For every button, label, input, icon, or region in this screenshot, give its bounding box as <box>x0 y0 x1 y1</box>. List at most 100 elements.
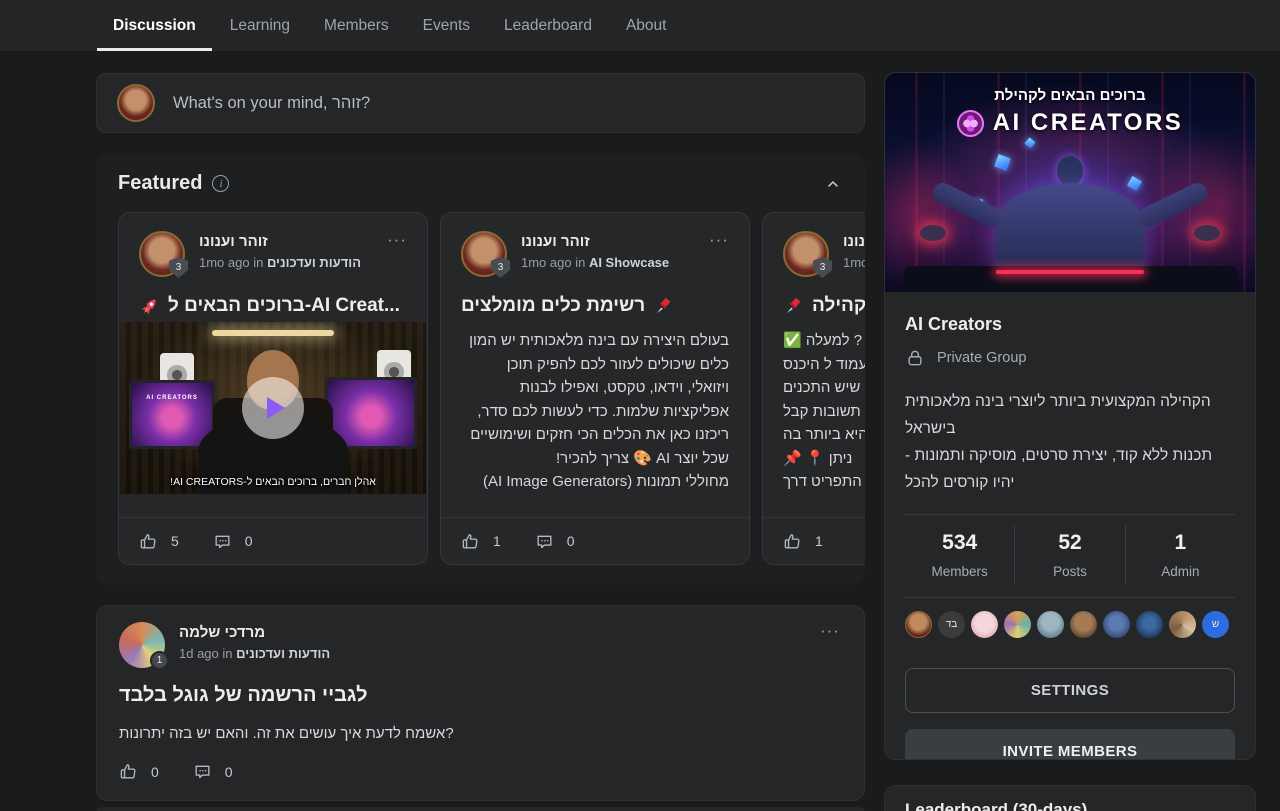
rocket-icon <box>139 296 160 317</box>
body-line: 📌 📍 ניתן <box>783 447 865 471</box>
post-space[interactable]: הודעות ועדכונים <box>267 255 361 270</box>
post-time: 1mo ago in <box>843 255 865 270</box>
comment-count: 0 <box>225 764 233 780</box>
stat-posts[interactable]: 52 Posts <box>1014 525 1124 585</box>
invite-members-button[interactable]: INVITE MEMBERS <box>905 729 1235 760</box>
stat-value: 52 <box>1015 531 1124 555</box>
thumbs-up-icon <box>461 532 480 551</box>
post-composer[interactable]: What's on your mind, זוהר? <box>96 73 865 133</box>
tab-members[interactable]: Members <box>308 0 405 51</box>
thumbs-up-icon <box>119 762 138 781</box>
featured-header: Featured i <box>96 155 865 212</box>
settings-button[interactable]: SETTINGS <box>905 668 1235 713</box>
post-title[interactable]: לגביי הרשמה של גוגל בלבד <box>119 684 840 707</box>
like-count: 1 <box>493 533 501 549</box>
body-line: תשובות קבל <box>783 400 865 424</box>
level-badge: 3 <box>813 257 832 278</box>
post-title-text: רשימת כלים מומלצים <box>461 295 645 317</box>
stat-value: 534 <box>905 531 1014 555</box>
member-avatar[interactable] <box>905 611 932 638</box>
post-author[interactable]: זוהר וענונו <box>199 233 373 250</box>
tab-leaderboard[interactable]: Leaderboard <box>488 0 608 51</box>
info-icon[interactable]: i <box>212 175 229 192</box>
leaderboard-card: Leaderboard (30-days) <box>884 785 1256 811</box>
tab-discussion[interactable]: Discussion <box>97 0 212 51</box>
post-body: בעולם היצירה עם בינה מלאכותית יש המון כל… <box>461 329 729 514</box>
play-button[interactable] <box>242 377 304 439</box>
post-footer: 1 0 <box>441 517 749 564</box>
like-button[interactable]: 0 <box>119 762 159 781</box>
member-avatar[interactable] <box>971 611 998 638</box>
lock-icon <box>905 348 925 368</box>
member-avatar[interactable] <box>1103 611 1130 638</box>
post-space[interactable]: הודעות ועדכונים <box>236 646 330 661</box>
like-count: 5 <box>171 533 179 549</box>
avatar[interactable] <box>117 84 155 122</box>
comment-button[interactable]: 0 <box>193 762 233 781</box>
level-badge: 3 <box>491 257 510 278</box>
privacy-label: Private Group <box>937 350 1026 366</box>
post-footer: 5 0 <box>119 517 427 564</box>
comment-button[interactable]: 0 <box>535 532 575 551</box>
post-author[interactable]: מרדכי שלמה <box>179 624 806 641</box>
brain-logo-icon <box>957 110 984 137</box>
member-avatar[interactable]: בד <box>938 611 965 638</box>
tab-learning[interactable]: Learning <box>214 0 306 51</box>
like-button[interactable]: 1 <box>461 532 501 551</box>
post-title[interactable]: קהילה <box>783 295 865 317</box>
group-info-card: ברוכים הבאים לקהילת AI CREATORS AI Creat… <box>884 72 1256 760</box>
like-button[interactable]: 5 <box>139 532 179 551</box>
body-line: שיש התכנים <box>783 376 865 400</box>
featured-card-community[interactable]: 3 זוהר וענונו 1mo ago in הודעות ועדכונים… <box>762 212 865 565</box>
stat-value: 1 <box>1126 531 1235 555</box>
stat-admin[interactable]: 1 Admin <box>1125 525 1235 585</box>
featured-card-tools[interactable]: 3 זוהר וענונו 1mo ago in AI Showcase ···… <box>440 212 750 565</box>
avatar[interactable]: 3 <box>783 231 829 277</box>
comment-button[interactable]: 0 <box>213 532 253 551</box>
post-footer: 0 0 <box>119 762 840 781</box>
member-avatar[interactable] <box>1004 611 1031 638</box>
featured-card-welcome[interactable]: 3 זוהר וענונו 1mo ago in הודעות ועדכונים… <box>118 212 428 565</box>
community-tab-bar: Discussion Learning Members Events Leade… <box>0 0 1280 51</box>
chevron-up-icon[interactable] <box>825 176 841 192</box>
tab-about[interactable]: About <box>610 0 683 51</box>
avatar[interactable]: 3 <box>139 231 185 277</box>
video-thumbnail[interactable]: AI CREATORS אהלן חברים, ברוכים הבאים ל-A… <box>120 322 426 494</box>
group-name: AI Creators <box>905 314 1235 335</box>
post-footer: 1 <box>763 517 865 564</box>
post-body: ✅ למעלה ? עמוד ל היכנס שיש התכנים תשובות… <box>783 329 865 514</box>
video-caption: אהלן חברים, ברוכים הבאים ל-AI CREATORS! <box>120 476 426 488</box>
avatar[interactable]: 3 <box>461 231 507 277</box>
post-author[interactable]: זוהר וענונו <box>521 233 695 250</box>
body-line: היא ביותר בה <box>783 423 865 447</box>
next-post-edge <box>96 807 865 811</box>
post-meta: 1mo ago in הודעות ועדכונים <box>199 255 373 270</box>
member-avatar[interactable] <box>1169 611 1196 638</box>
tab-events[interactable]: Events <box>407 0 486 51</box>
tab-label: Members <box>324 17 389 35</box>
post-menu-button[interactable]: ··· <box>820 622 840 668</box>
post-space[interactable]: AI Showcase <box>589 255 669 270</box>
leaderboard-title: Leaderboard (30-days) <box>905 800 1235 811</box>
member-avatar[interactable] <box>1136 611 1163 638</box>
post-title[interactable]: רשימת כלים מומלצים <box>461 295 729 317</box>
member-avatar[interactable] <box>1070 611 1097 638</box>
member-avatar[interactable] <box>1037 611 1064 638</box>
stat-members[interactable]: 534 Members <box>905 525 1014 585</box>
member-avatar[interactable]: ש <box>1202 611 1229 638</box>
level-badge: 3 <box>169 257 188 278</box>
post-body: אשמח לדעת איך עושים את זה. והאם יש בזה י… <box>119 725 840 742</box>
level-badge: 1 <box>150 651 169 670</box>
post-author[interactable]: זוהר וענונו <box>843 233 865 250</box>
feed-post[interactable]: 1 מרדכי שלמה 1d ago in הודעות ועדכונים ·… <box>96 605 865 801</box>
post-menu-button[interactable]: ··· <box>709 231 729 277</box>
tab-label: Discussion <box>113 17 196 35</box>
comment-icon <box>213 532 232 551</box>
post-menu-button[interactable]: ··· <box>387 231 407 277</box>
like-button[interactable]: 1 <box>783 532 823 551</box>
comment-count: 0 <box>245 533 253 549</box>
post-title[interactable]: ברוכים הבאים ל-AI Creat... <box>139 295 407 317</box>
group-banner: ברוכים הבאים לקהילת AI CREATORS <box>885 73 1255 292</box>
avatar[interactable]: 1 <box>119 622 165 668</box>
post-meta: 1mo ago in AI Showcase <box>521 255 695 270</box>
